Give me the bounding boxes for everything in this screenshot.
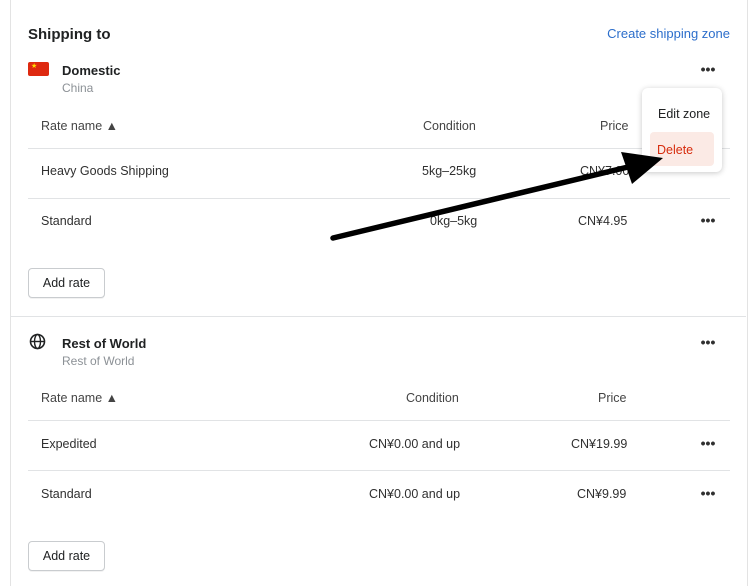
menu-item-delete[interactable]: Delete bbox=[650, 132, 714, 166]
divider bbox=[28, 420, 730, 421]
rate-name: Heavy Goods Shipping bbox=[41, 164, 169, 178]
zone-divider bbox=[10, 316, 746, 317]
zone-subtitle-rest-of-world: Rest of World bbox=[62, 354, 135, 368]
zone-subtitle-domestic: China bbox=[62, 81, 94, 95]
create-shipping-zone-link[interactable]: Create shipping zone bbox=[607, 26, 730, 41]
rate-condition: 5kg–25kg bbox=[422, 164, 477, 178]
rate-price: CN¥7.00 bbox=[580, 164, 630, 178]
rate-condition: CN¥0.00 and up bbox=[369, 437, 461, 451]
section-title: Shipping to bbox=[28, 26, 111, 43]
rate-name: Standard bbox=[41, 214, 92, 228]
zone-more-actions-icon[interactable]: ••• bbox=[697, 335, 719, 351]
rate-condition: 0kg–5kg bbox=[430, 214, 478, 228]
add-rate-button[interactable]: Add rate bbox=[28, 268, 105, 298]
rate-name: Expedited bbox=[41, 437, 97, 451]
rate-more-actions-icon[interactable]: ••• bbox=[697, 436, 719, 452]
column-header-price: Price bbox=[598, 391, 627, 405]
globe-icon bbox=[29, 333, 46, 350]
column-header-price: Price bbox=[600, 119, 629, 133]
menu-item-delete-label: Delete bbox=[657, 143, 694, 157]
column-header-condition: Condition bbox=[406, 391, 459, 405]
china-flag-icon: ★ bbox=[28, 62, 49, 76]
zone-name-domestic: Domestic bbox=[62, 63, 121, 78]
divider bbox=[28, 470, 730, 471]
rate-more-actions-icon[interactable]: ••• bbox=[697, 486, 719, 502]
add-rate-button[interactable]: Add rate bbox=[28, 541, 105, 571]
column-header-rate-name[interactable]: Rate name ▲ bbox=[41, 391, 118, 405]
column-header-rate-name[interactable]: Rate name ▲ bbox=[41, 119, 118, 133]
rate-price: CN¥4.95 bbox=[578, 214, 628, 228]
zone-name-rest-of-world: Rest of World bbox=[62, 336, 147, 351]
rate-condition: CN¥0.00 and up bbox=[369, 487, 461, 501]
rate-more-actions-icon[interactable]: ••• bbox=[697, 213, 719, 229]
menu-item-edit-zone[interactable]: Edit zone bbox=[658, 107, 710, 121]
rate-name: Standard bbox=[41, 487, 92, 501]
column-header-condition: Condition bbox=[423, 119, 476, 133]
divider bbox=[28, 198, 730, 199]
rate-price: CN¥9.99 bbox=[577, 487, 627, 501]
rate-price: CN¥19.99 bbox=[571, 437, 628, 451]
zone-more-actions-icon[interactable]: ••• bbox=[697, 62, 719, 78]
zone-actions-menu: Edit zone Delete bbox=[642, 88, 722, 172]
divider bbox=[28, 148, 730, 149]
